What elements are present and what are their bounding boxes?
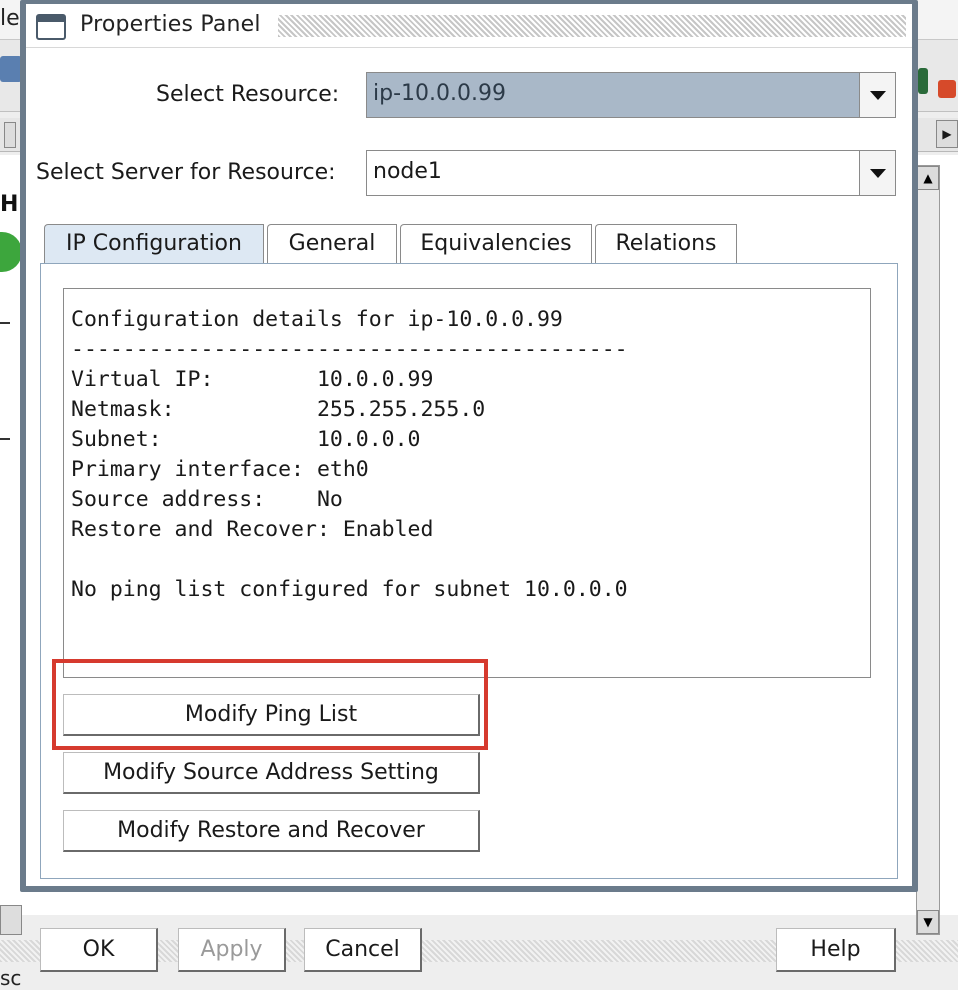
scroll-up-icon[interactable]: ▲ [917,166,939,190]
details-line: Source address: No [71,487,343,512]
tab-relations[interactable]: Relations [595,224,737,264]
dialog-body: Properties Panel Select Resource: ip-10.… [26,4,912,886]
details-line: ----------------------------------------… [71,337,628,362]
details-line: No ping list configured for subnet 10.0.… [71,577,628,602]
window-icon [36,14,66,40]
select-resource-label: Select Resource: [156,82,340,107]
toolbar-settings-icon[interactable] [918,68,928,94]
select-resource-dropdown[interactable]: ip-10.0.0.99 [366,72,896,118]
details-line: Restore and Recover: Enabled [71,517,434,542]
dialog-title: Properties Panel [80,12,261,37]
tab-ip-configuration[interactable]: IP Configuration [44,224,264,265]
titlebar-drag-area[interactable] [278,15,906,37]
details-line: Netmask: 255.255.255.0 [71,397,486,422]
select-server-dropdown[interactable]: node1 [366,150,896,196]
toolbar-remove-icon[interactable] [938,80,956,98]
configuration-details-box: Configuration details for ip-10.0.0.99 --… [63,288,871,678]
modify-ping-list-button[interactable]: Modify Ping List [63,694,480,736]
details-line: Primary interface: eth0 [71,457,369,482]
background-status-fragment: sc [0,966,22,990]
vertical-scrollbar[interactable]: ▲ ▼ [916,165,940,935]
horizontal-scrollbar[interactable] [0,905,22,935]
details-line: Subnet: 10.0.0.0 [71,427,421,452]
tree-line [0,322,10,324]
tab-general[interactable]: General [267,224,397,264]
ok-button[interactable]: OK [40,928,158,972]
select-server-value: node1 [373,159,442,184]
chevron-down-icon[interactable] [859,73,895,117]
modify-source-address-button[interactable]: Modify Source Address Setting [63,752,480,794]
select-resource-value: ip-10.0.0.99 [373,81,506,106]
help-button[interactable]: Help [776,928,896,972]
configuration-details-text: Configuration details for ip-10.0.0.99 --… [71,305,628,605]
select-server-label: Select Server for Resource: [36,160,336,185]
details-line: Configuration details for ip-10.0.0.99 [71,307,563,332]
tab-scroll-left[interactable] [4,122,16,148]
dialog-titlebar[interactable]: Properties Panel [26,4,912,48]
tab-scroll-right-icon[interactable]: ▶ [936,120,958,148]
tab-equivalencies[interactable]: Equivalencies [400,224,592,264]
scroll-down-icon[interactable]: ▼ [917,910,939,934]
tree-line [0,438,10,440]
toolbar-computer-icon[interactable] [0,56,22,82]
background-title-fragment: le [0,6,20,31]
background-heading-fragment: H [0,192,19,217]
apply-button[interactable]: Apply [178,928,286,972]
cancel-button[interactable]: Cancel [304,928,422,972]
properties-dialog: Properties Panel Select Resource: ip-10.… [20,0,918,892]
details-line: Virtual IP: 10.0.0.99 [71,367,434,392]
ip-configuration-panel: Configuration details for ip-10.0.0.99 --… [40,263,898,879]
chevron-down-icon[interactable] [859,151,895,195]
modify-restore-recover-button[interactable]: Modify Restore and Recover [63,810,480,852]
details-line [71,545,628,575]
